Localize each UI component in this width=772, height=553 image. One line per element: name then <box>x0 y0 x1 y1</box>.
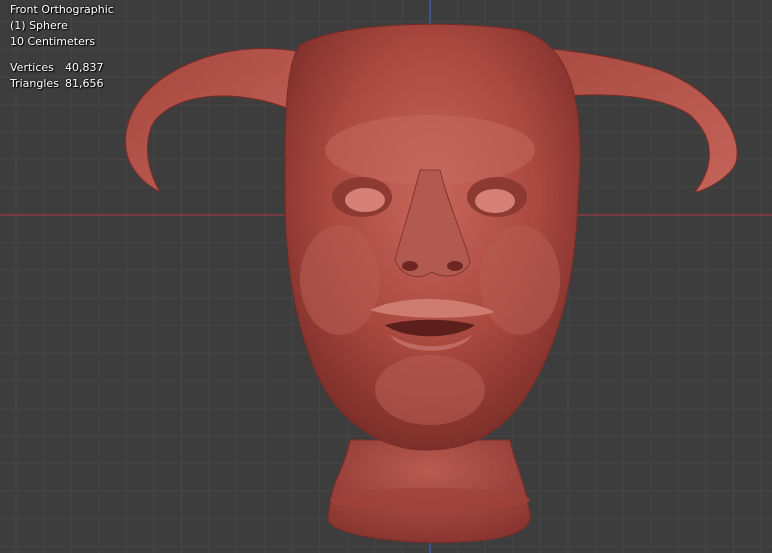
stat-label: Triangles <box>10 77 59 90</box>
right-cheek <box>480 225 560 335</box>
stat-value: 81,656 <box>65 77 104 90</box>
left-cheek <box>300 225 380 335</box>
neck-ring <box>330 488 530 512</box>
viewport-info-overlay: Front Orthographic (1) Sphere 10 Centime… <box>10 2 114 92</box>
grid-scale: 10 Centimeters <box>10 35 96 48</box>
nostril-right <box>447 261 463 271</box>
nostril-left <box>402 261 418 271</box>
left-eye <box>345 188 385 212</box>
chin <box>375 355 485 425</box>
3d-viewport[interactable]: Front Orthographic (1) Sphere 10 Centime… <box>0 0 772 553</box>
scene-statistics: Vertices 40,837 Triangles 81,656 <box>10 60 114 92</box>
sculpt-mesh-head[interactable] <box>0 0 772 553</box>
stat-value: 40,837 <box>65 61 104 74</box>
right-eye <box>475 189 515 213</box>
stat-triangles: Triangles 81,656 <box>10 76 114 92</box>
object-name: (1) Sphere <box>10 19 68 32</box>
left-horn <box>124 48 301 194</box>
view-name: Front Orthographic <box>10 3 114 16</box>
stat-label: Vertices <box>10 61 54 74</box>
stat-vertices: Vertices 40,837 <box>10 60 114 76</box>
